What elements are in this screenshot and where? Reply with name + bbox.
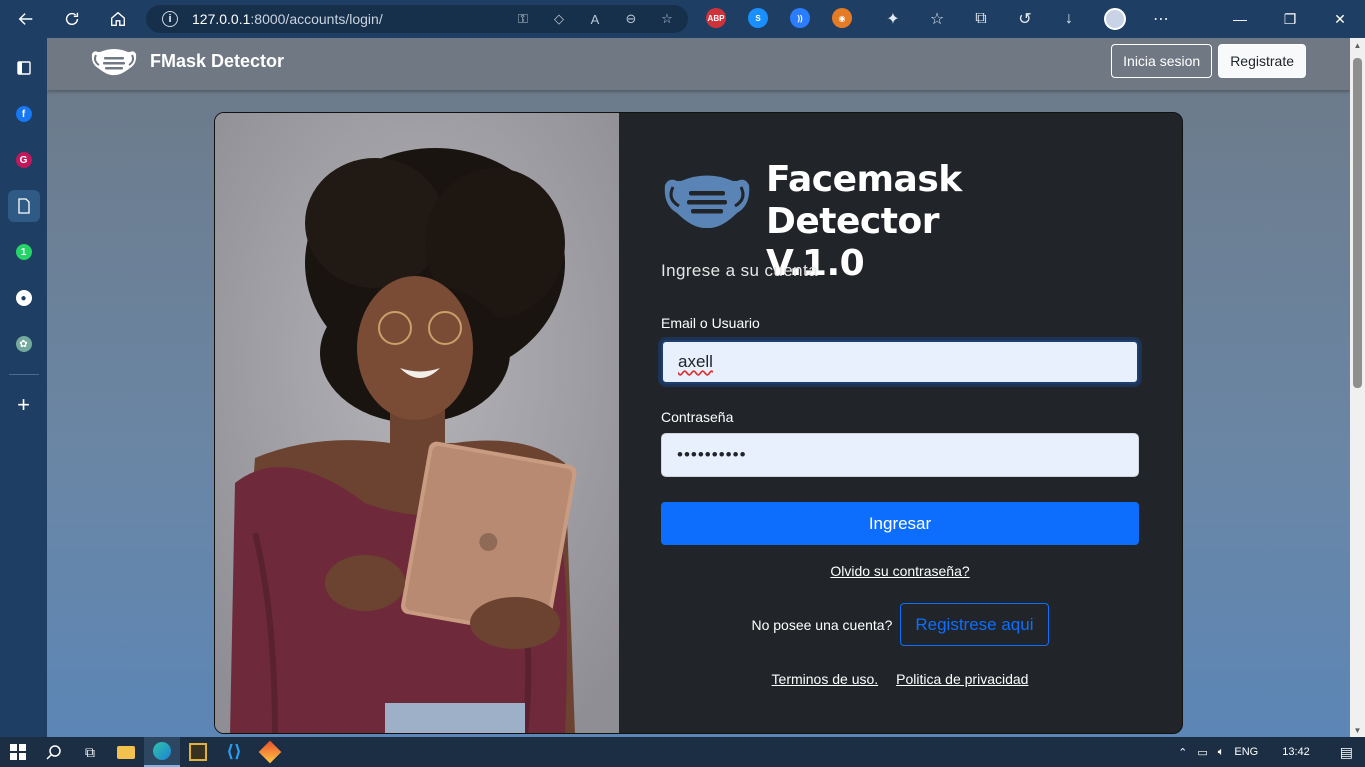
game-app-icon[interactable]: [180, 737, 216, 767]
clock[interactable]: 13:42: [1282, 746, 1310, 758]
email-value: axell: [678, 352, 713, 371]
login-form: Facemask Detector V.1.0 Ingrese a su cue…: [661, 113, 1139, 733]
scrollbar-thumb[interactable]: [1353, 58, 1362, 388]
email-label: Email o Usuario: [661, 315, 760, 331]
site-navbar: FMask Detector Inicia sesion Registrate: [47, 38, 1350, 90]
site-info-icon[interactable]: i: [162, 11, 178, 27]
shazam-icon[interactable]: S: [748, 8, 768, 28]
github-icon[interactable]: ●: [8, 282, 40, 314]
downloads-icon[interactable]: ↓: [1060, 9, 1078, 29]
page-scrollbar[interactable]: ▲ ▼: [1350, 38, 1365, 737]
edge-browser-icon[interactable]: [144, 737, 180, 767]
restore-icon[interactable]: ❐: [1265, 0, 1315, 38]
refresh-icon[interactable]: [54, 4, 90, 34]
more-menu-icon[interactable]: ⋯: [1152, 9, 1170, 29]
register-here-button[interactable]: Registrese aqui: [900, 603, 1049, 646]
facebook-icon[interactable]: f: [8, 98, 40, 130]
file-explorer-icon[interactable]: [108, 737, 144, 767]
search-icon[interactable]: [36, 737, 72, 767]
email-field[interactable]: axell: [661, 340, 1139, 384]
url-text: 127.0.0.1:8000/accounts/login/: [192, 11, 383, 27]
password-value: ••••••••••: [677, 445, 747, 464]
close-icon[interactable]: ✕: [1315, 0, 1365, 38]
mask-logo-icon: [91, 49, 137, 76]
navbar-brand[interactable]: FMask Detector: [90, 46, 284, 76]
browser-toolbar: i 127.0.0.1:8000/accounts/login/ ⚿ ◇ A ⊖…: [0, 0, 1365, 38]
document-icon[interactable]: [7, 190, 40, 222]
notifications-icon[interactable]: ▤: [1340, 744, 1353, 761]
login-submit-button[interactable]: Ingresar: [661, 502, 1139, 545]
network-icon[interactable]: ▭: [1197, 746, 1207, 759]
add-favorite-icon[interactable]: ☆: [658, 10, 676, 28]
volume-icon[interactable]: 🔈︎: [1218, 746, 1225, 759]
no-account-text: No posee una cuenta?: [751, 616, 893, 633]
brand-name: FMask Detector: [150, 50, 285, 71]
system-tray: ⌃ ▭ 🔈︎ ENG 13:42 ▤: [1178, 737, 1365, 767]
tag-icon[interactable]: ◇: [550, 10, 568, 28]
register-row: No posee una cuenta? Registrese aqui: [661, 603, 1139, 646]
windows-taskbar: ⧉ ⟨⟩ ⌃ ▭ 🔈︎ ENG 13:42 ▤: [0, 737, 1365, 767]
extensions-icon[interactable]: ✦: [884, 9, 902, 29]
vscode-icon[interactable]: ⟨⟩: [216, 737, 252, 767]
tray-chevron-icon[interactable]: ⌃: [1178, 746, 1187, 759]
back-icon[interactable]: [8, 4, 44, 34]
login-subtitle: Ingrese a su cuenta: [661, 261, 818, 280]
read-aloud-icon[interactable]: A: [586, 10, 604, 28]
favorites-icon[interactable]: ☆: [928, 9, 946, 29]
chatgpt-icon[interactable]: ✿: [8, 328, 40, 360]
terms-link[interactable]: Terminos de uso.: [772, 671, 879, 687]
password-field[interactable]: ••••••••••: [661, 433, 1139, 477]
facemask-icon: [664, 175, 750, 229]
sidebar-divider: [8, 374, 39, 375]
login-nav-button[interactable]: Inicia sesion: [1111, 44, 1213, 78]
windows-start-icon[interactable]: [0, 737, 36, 767]
password-label: Contraseña: [661, 409, 734, 425]
legal-links: Terminos de uso. Politica de privacidad: [661, 671, 1139, 687]
task-view-icon[interactable]: ⧉: [72, 737, 108, 767]
tab-actions-icon[interactable]: [8, 52, 40, 84]
forgot-password-link[interactable]: Olvido su contraseña?: [661, 563, 1139, 579]
history-icon[interactable]: ↺: [1016, 9, 1034, 29]
app-g-icon[interactable]: G: [8, 144, 40, 176]
adblock-plus-icon[interactable]: ABP: [706, 8, 726, 28]
login-card: Facemask Detector V.1.0 Ingrese a su cue…: [214, 112, 1183, 734]
browser-sidebar: f G 1 ● ✿ +: [0, 38, 47, 737]
key-icon[interactable]: ⚿: [514, 10, 532, 28]
audio-extension-icon[interactable]: )): [790, 8, 810, 28]
woman-with-tablet-image: [215, 113, 619, 733]
profile-avatar-icon[interactable]: [1104, 8, 1126, 30]
browser-extension-icon[interactable]: ◉: [832, 8, 852, 28]
app-title-line1: Facemask Detector: [766, 159, 962, 242]
address-bar[interactable]: i 127.0.0.1:8000/accounts/login/ ⚿ ◇ A ⊖…: [146, 5, 688, 33]
home-icon[interactable]: [100, 4, 136, 34]
web-page: FMask Detector Inicia sesion Registrate: [47, 38, 1350, 737]
whatsapp-icon[interactable]: 1: [8, 236, 40, 268]
language-indicator[interactable]: ENG: [1234, 746, 1258, 758]
scroll-up-icon[interactable]: ▲: [1353, 41, 1362, 50]
git-app-icon[interactable]: [252, 737, 288, 767]
register-nav-button[interactable]: Registrate: [1218, 44, 1306, 78]
scroll-down-icon[interactable]: ▼: [1353, 726, 1362, 735]
add-icon[interactable]: +: [8, 389, 40, 421]
collections-icon[interactable]: ⧉: [972, 9, 990, 29]
minimize-icon[interactable]: —: [1215, 0, 1265, 38]
zoom-out-icon[interactable]: ⊖: [622, 10, 640, 28]
privacy-link[interactable]: Politica de privacidad: [896, 671, 1028, 687]
